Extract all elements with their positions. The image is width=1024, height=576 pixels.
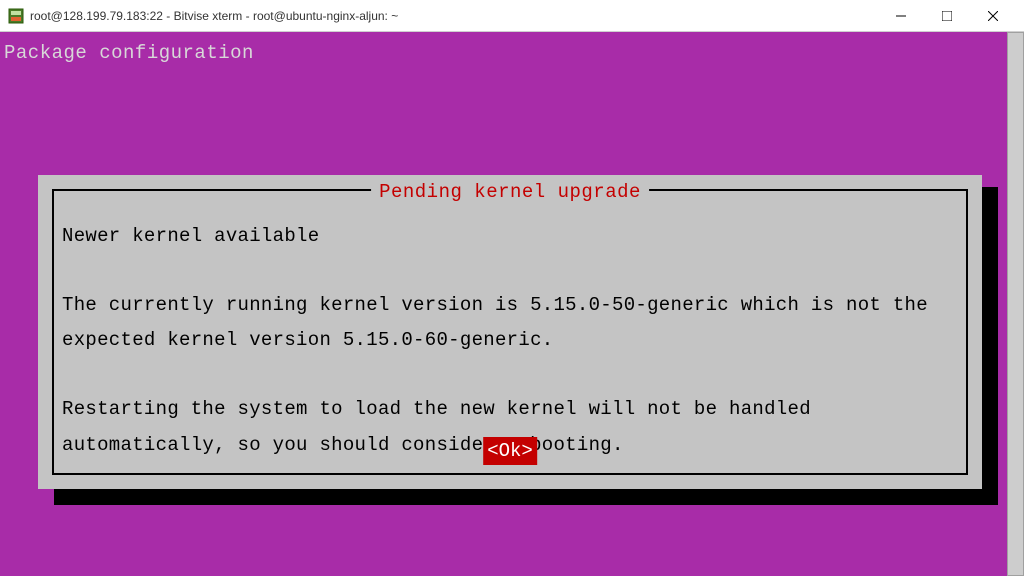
minimize-button[interactable] xyxy=(878,0,924,32)
window-controls xyxy=(878,0,1016,32)
dialog-title-label: Pending kernel upgrade xyxy=(379,181,641,203)
dialog-heading: Newer kernel available xyxy=(62,219,958,254)
close-button[interactable] xyxy=(970,0,1016,32)
scrollbar-thumb[interactable] xyxy=(1007,32,1024,576)
page-header: Package configuration xyxy=(0,32,1024,68)
maximize-button[interactable] xyxy=(924,0,970,32)
dialog-paragraph-1: The currently running kernel version is … xyxy=(62,288,958,358)
scrollbar[interactable] xyxy=(1007,32,1024,576)
window-title: root@128.199.79.183:22 - Bitvise xterm -… xyxy=(30,9,398,23)
dialog-content: Newer kernel available The currently run… xyxy=(62,219,958,463)
dialog-box: Pending kernel upgrade Newer kernel avai… xyxy=(38,175,982,489)
dialog-title: Pending kernel upgrade xyxy=(371,178,649,207)
terminal-area: Package configuration Pending kernel upg… xyxy=(0,32,1024,576)
ok-button-label: <Ok> xyxy=(487,440,533,462)
app-icon xyxy=(8,8,24,24)
titlebar-left: root@128.199.79.183:22 - Bitvise xterm -… xyxy=(8,8,398,24)
window-titlebar: root@128.199.79.183:22 - Bitvise xterm -… xyxy=(0,0,1024,32)
ok-button[interactable]: <Ok> xyxy=(483,437,537,466)
